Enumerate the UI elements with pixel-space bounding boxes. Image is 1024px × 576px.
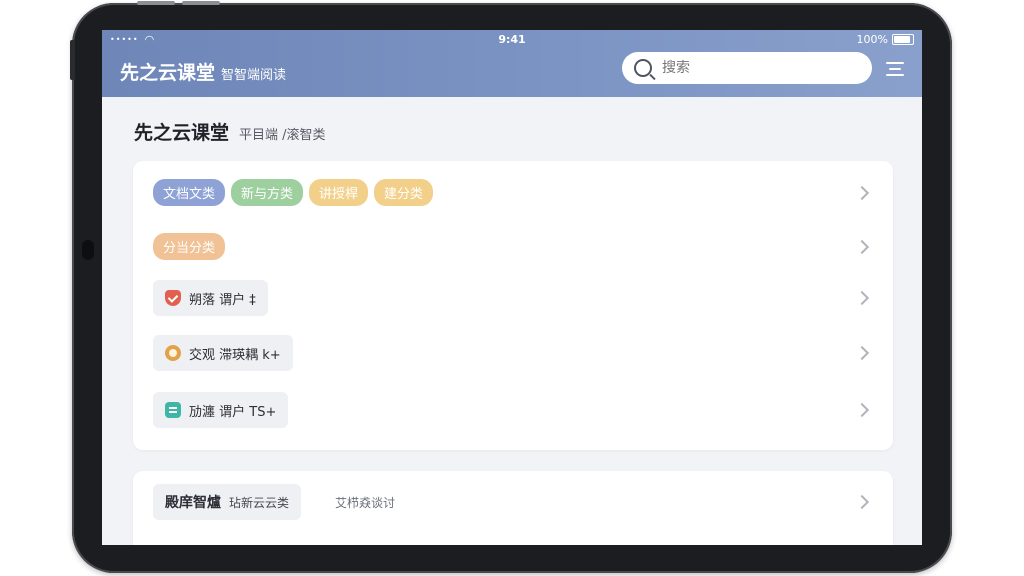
document-icon <box>165 402 181 418</box>
status-right: 100% <box>857 33 914 46</box>
menu-icon-line <box>889 68 901 70</box>
badge-icon <box>165 345 181 361</box>
chevron-right-icon[interactable] <box>854 290 870 306</box>
screen: ••••• ◠ 9:41 100% 先之云课堂 智智端阅读 先之云课堂 平目端 … <box>102 30 922 545</box>
category-card: 文档文类 新与方类 讲授桿 建分类 分当分类 朔落 谓户 ‡ 交观 滞瑛耦 k+ <box>133 161 893 450</box>
list-item-label: 交观 滞瑛耦 k+ <box>189 347 281 363</box>
menu-icon-line <box>886 74 904 76</box>
battery-percent: 100% <box>856 33 888 46</box>
side-button <box>70 40 75 80</box>
menu-icon[interactable] <box>886 62 904 76</box>
list-item-chip[interactable]: 殿庠智爐 玷新云云类 <box>153 484 302 520</box>
shield-check-icon <box>165 290 181 306</box>
battery-icon <box>892 34 914 45</box>
app-title-text: 先之云课堂 <box>120 62 216 84</box>
list-item-chip[interactable]: 朔落 谓户 ‡ <box>153 280 268 316</box>
tag-item[interactable]: 讲授桿 <box>309 178 369 206</box>
list-item-chip[interactable]: 交观 滞瑛耦 k+ <box>153 335 293 371</box>
status-time: 9:41 <box>498 33 526 46</box>
search-input[interactable] <box>660 59 844 77</box>
menu-icon-line <box>886 62 904 64</box>
page-subtitle: 平目端 /滚智类 <box>239 128 326 143</box>
top-button-right <box>182 1 220 5</box>
search-bar[interactable] <box>622 52 872 84</box>
tag-item[interactable]: 文档文类 <box>153 178 226 206</box>
list-item[interactable]: 劢瀍 谓户 TS+ <box>133 391 893 429</box>
tag-row-1[interactable]: 文档文类 新与方类 讲授桿 建分类 <box>133 177 893 207</box>
tag-item[interactable]: 新与方类 <box>231 178 304 206</box>
list-item[interactable]: 朔落 谓户 ‡ <box>133 279 893 317</box>
status-bar: ••••• ◠ 9:41 100% <box>102 30 922 50</box>
app-title: 先之云课堂 智智端阅读 <box>120 58 286 85</box>
list-item[interactable]: 殿庠智爐 玷新云云类 艾栉猋谈讨 <box>133 483 893 521</box>
list-item[interactable]: 交观 滞瑛耦 k+ <box>133 334 893 372</box>
tag-row-2[interactable]: 分当分类 <box>133 231 893 261</box>
list-item-label: 劢瀍 谓户 TS+ <box>189 404 277 420</box>
list-item-label: 殿庠智爐 <box>165 495 221 511</box>
page-title: 先之云课堂 <box>134 122 230 144</box>
chevron-right-icon[interactable] <box>854 185 870 201</box>
second-card: 殿庠智爐 玷新云云类 艾栉猋谈讨 <box>133 471 893 545</box>
secondary-text: 艾栉猋谈讨 <box>335 495 396 510</box>
list-item-chip[interactable]: 劢瀍 谓户 TS+ <box>153 392 289 428</box>
top-button-left <box>137 1 175 5</box>
chevron-right-icon[interactable] <box>854 402 870 418</box>
chevron-right-icon[interactable] <box>854 239 870 255</box>
app-subtitle: 智智端阅读 <box>221 68 287 83</box>
chevron-right-icon[interactable] <box>854 345 870 361</box>
tag-item[interactable]: 分当分类 <box>153 232 226 260</box>
page-heading: 先之云课堂 平目端 /滚智类 <box>134 118 326 145</box>
list-item-sublabel: 玷新云云类 <box>229 495 290 510</box>
list-item-label: 朔落 谓户 ‡ <box>189 292 256 308</box>
tag-item[interactable]: 建分类 <box>374 178 434 206</box>
chevron-right-icon[interactable] <box>854 494 870 510</box>
app-header: ••••• ◠ 9:41 100% 先之云课堂 智智端阅读 <box>102 30 922 97</box>
camera-dot <box>82 240 94 260</box>
search-icon <box>634 59 652 77</box>
